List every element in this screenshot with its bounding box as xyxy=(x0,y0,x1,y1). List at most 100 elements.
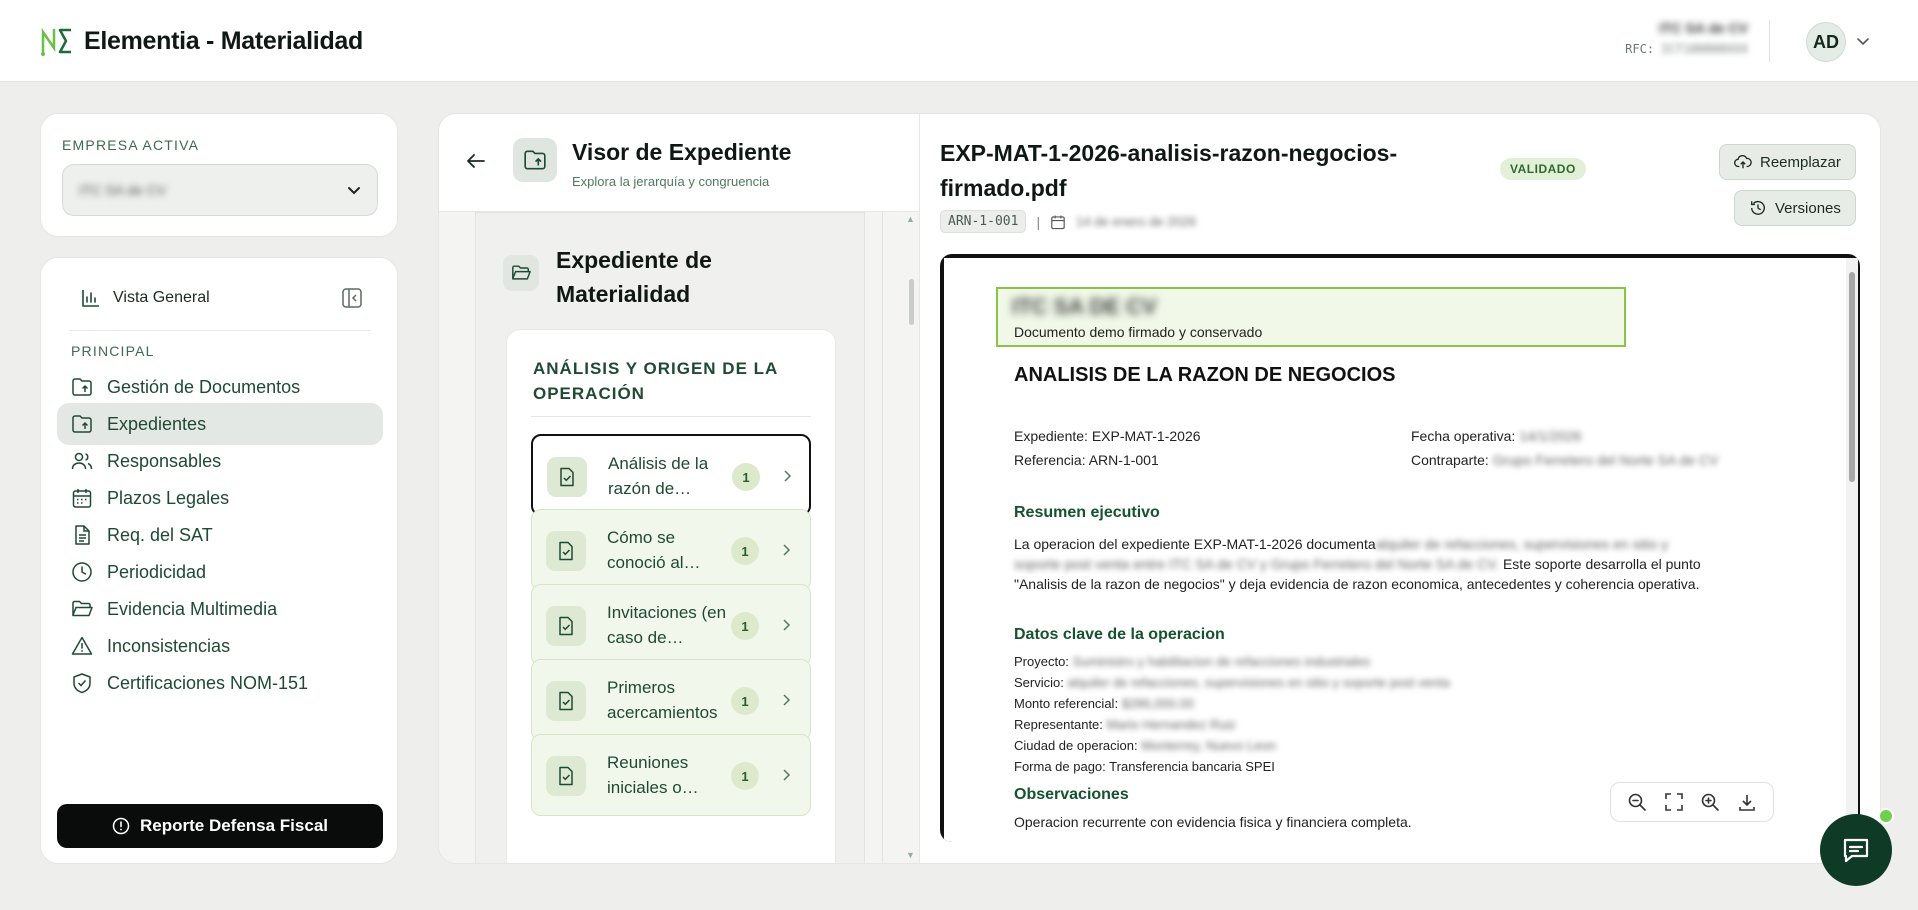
doc-item[interactable]: Cómo se conoció al… 1 xyxy=(531,509,811,591)
doc-item-icon-badge xyxy=(546,756,586,796)
pdf-obs-heading: Observaciones xyxy=(1014,786,1129,803)
report-defensa-fiscal-button[interactable]: Reporte Defensa Fiscal xyxy=(57,804,383,848)
doc-item-count: 1 xyxy=(732,463,760,491)
expediente-folder-badge xyxy=(503,255,539,291)
pdf-scrollbar-thumb[interactable] xyxy=(1849,272,1855,482)
app-title: Elementia - Materialidad xyxy=(84,26,363,55)
fullscreen-icon[interactable] xyxy=(1664,792,1684,812)
pdf-contraparte-line: Contraparte: Grupo Ferretero del Norte S… xyxy=(1411,450,1718,470)
tree-panel: Expediente de Materialidad ANÁLISIS Y OR… xyxy=(439,212,919,863)
pdf-label: Ciudad de operacion: xyxy=(1014,738,1138,753)
pdf-value: ARN-1-001 xyxy=(1088,452,1159,468)
shield-check-icon xyxy=(73,673,91,694)
pdf-value: Mario Hernandez Ruiz xyxy=(1106,717,1236,732)
sidebar-item-plazos-legales[interactable]: Plazos Legales xyxy=(57,477,383,519)
nav-overview[interactable]: Vista General xyxy=(81,288,210,308)
folder-upload-icon xyxy=(72,378,92,396)
pdf-label: Servicio: xyxy=(1014,675,1064,690)
calendar-icon xyxy=(1051,214,1065,229)
tree-scroll-up-arrow[interactable]: ▲ xyxy=(906,214,915,224)
pdf-value: $286,000.00 xyxy=(1121,696,1194,711)
header-company-name: ITC SA de CV xyxy=(1659,20,1748,36)
doc-item[interactable]: Primeros acercamientos 1 xyxy=(531,659,811,741)
chevron-right-icon xyxy=(783,619,791,631)
section-divider xyxy=(531,416,811,417)
company-select[interactable]: ITC SA de CV xyxy=(62,164,378,216)
nav-overview-label: Vista General xyxy=(113,289,210,306)
warning-icon xyxy=(71,636,93,655)
chat-button[interactable] xyxy=(1820,814,1892,886)
doc-item[interactable]: Invitaciones (en caso de… 1 xyxy=(531,584,811,666)
rfc-label: RFC: xyxy=(1625,42,1655,56)
download-icon[interactable] xyxy=(1737,792,1757,812)
pdf-label: Forma de pago: xyxy=(1014,759,1106,774)
sidebar-item-label: Expedientes xyxy=(107,413,207,434)
avatar[interactable]: AD xyxy=(1806,22,1846,62)
pdf-monto-line: Monto referencial: $286,000.00 xyxy=(1014,694,1194,714)
sidebar-item-periodicidad[interactable]: Periodicidad xyxy=(57,551,383,593)
pdf-label: Monto referencial: xyxy=(1014,696,1119,711)
sidebar-item-evidencia-multimedia[interactable]: Evidencia Multimedia xyxy=(57,588,383,630)
pdf-resumen-heading: Resumen ejecutivo xyxy=(1014,504,1160,521)
viewer-header: Visor de Expediente Explora la jerarquía… xyxy=(439,114,919,212)
brand-logo-icon xyxy=(41,27,71,56)
tree-scroll-down-arrow[interactable]: ▼ xyxy=(906,850,915,860)
meta-separator: | xyxy=(1036,213,1041,230)
doc-item[interactable]: Reuniones iniciales o… 1 xyxy=(531,734,811,816)
doc-item-count: 1 xyxy=(731,762,759,790)
tree-scrollbar-thumb[interactable] xyxy=(909,279,914,325)
replace-button[interactable]: Reemplazar xyxy=(1719,144,1856,180)
cloud-upload-icon xyxy=(1734,155,1752,169)
viewer-title: Visor de Expediente xyxy=(572,139,792,165)
header-rfc: RFC: ICT180808XXX xyxy=(1625,42,1748,56)
pdf-obs-text: Operacion recurrente con evidencia fisic… xyxy=(1014,814,1412,830)
pdf-viewer[interactable]: ITC SA DE CV Documento demo firmado y co… xyxy=(940,254,1860,842)
pdf-label: Referencia: xyxy=(1014,452,1086,468)
pdf-ciudad-line: Ciudad de operacion: Monterrey, Nuevo Le… xyxy=(1014,736,1276,756)
header-company-info: ITC SA de CV RFC: ICT180808XXX xyxy=(1625,20,1748,56)
sidebar-item-label: Evidencia Multimedia xyxy=(107,598,278,619)
document-meta: ARN-1-001 | 14 de enero de 2026 xyxy=(940,210,1196,233)
expediente-title: Expediente de Materialidad xyxy=(556,247,712,307)
zoom-out-icon[interactable] xyxy=(1627,792,1647,812)
alert-circle-icon xyxy=(112,817,130,835)
doc-item[interactable]: Análisis de la razón de… 1 xyxy=(531,434,811,516)
clock-icon xyxy=(72,562,92,582)
file-check-icon xyxy=(559,541,573,561)
pdf-scrollbar[interactable] xyxy=(1846,258,1858,842)
zoom-in-icon[interactable] xyxy=(1700,792,1720,812)
panel-divider xyxy=(919,114,920,863)
pdf-page: ITC SA DE CV Documento demo firmado y co… xyxy=(944,258,1846,842)
sidebar-item-label: Req. del SAT xyxy=(107,524,213,545)
sidebar-item-gestion-documentos[interactable]: Gestión de Documentos xyxy=(57,366,383,408)
viewer-subtitle: Explora la jerarquía y congruencia xyxy=(572,174,770,189)
rfc-value: ICT180808XXX xyxy=(1661,42,1748,56)
sidebar-item-expedientes[interactable]: Expedientes xyxy=(57,403,383,445)
chevron-down-icon[interactable] xyxy=(1856,34,1870,48)
folder-open-icon xyxy=(512,265,531,280)
chevron-right-icon xyxy=(784,470,792,482)
brand[interactable]: Elementia - Materialidad xyxy=(40,26,363,56)
doc-item-label: Invitaciones (en caso de… xyxy=(607,603,727,647)
doc-item-icon-badge xyxy=(547,457,587,497)
sidebar-item-req-sat[interactable]: Req. del SAT xyxy=(57,514,383,556)
versions-button[interactable]: Versiones xyxy=(1734,190,1856,226)
sidebar-item-inconsistencias[interactable]: Inconsistencias xyxy=(57,625,383,667)
sidebar-item-label: Plazos Legales xyxy=(107,487,230,508)
sidebar-item-certificaciones[interactable]: Certificaciones NOM-151 xyxy=(57,662,383,704)
sidebar-item-responsables[interactable]: Responsables xyxy=(57,440,383,482)
tree-panel-divider xyxy=(882,212,883,863)
doc-item-icon-badge xyxy=(546,531,586,571)
back-arrow-icon[interactable] xyxy=(465,150,487,172)
folder-upload-icon xyxy=(524,150,546,170)
report-button-label: Reporte Defensa Fiscal xyxy=(139,816,328,835)
chevron-right-icon xyxy=(783,544,791,556)
doc-item-count: 1 xyxy=(731,537,759,565)
company-select-value: ITC SA de CV xyxy=(79,182,167,198)
pdf-representante-line: Representante: Mario Hernandez Ruiz xyxy=(1014,715,1236,735)
file-check-icon xyxy=(559,766,573,786)
header-divider xyxy=(1769,20,1770,62)
pdf-header-box: ITC SA DE CV Documento demo firmado y co… xyxy=(996,287,1626,347)
doc-item-label: Reuniones iniciales o… xyxy=(607,753,699,797)
sidebar-collapse-icon[interactable] xyxy=(341,287,363,309)
